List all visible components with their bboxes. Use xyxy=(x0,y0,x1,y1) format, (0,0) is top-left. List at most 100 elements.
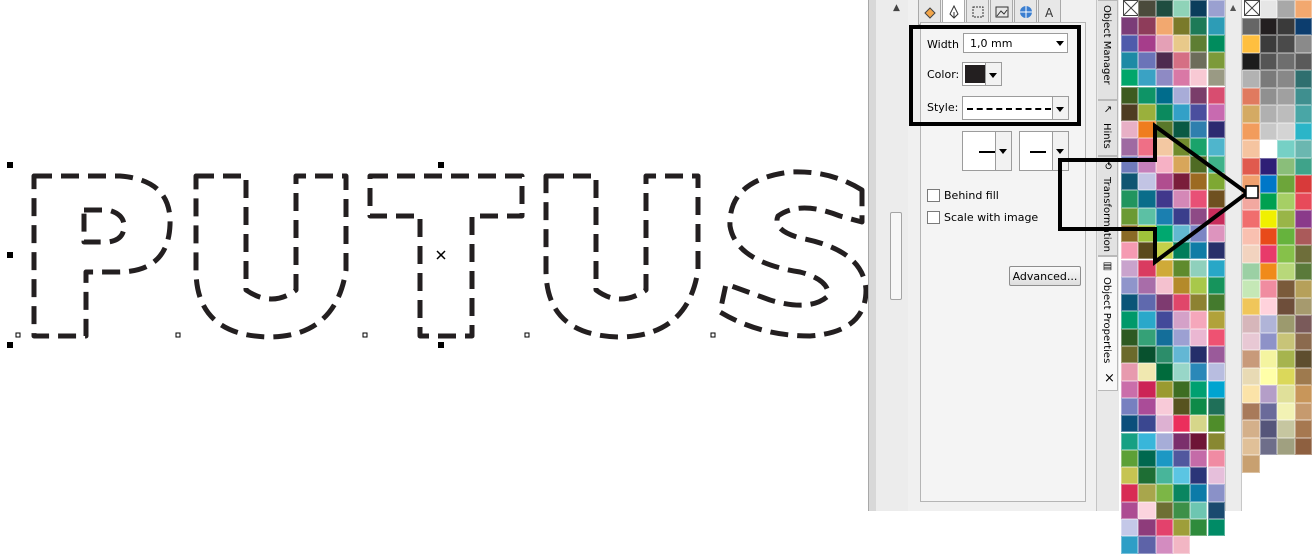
color-swatch[interactable] xyxy=(1190,51,1208,70)
color-swatch[interactable] xyxy=(1294,192,1312,210)
color-swatch[interactable] xyxy=(1172,69,1191,87)
color-swatch[interactable] xyxy=(1207,467,1225,485)
color-swatch[interactable] xyxy=(1121,86,1139,104)
color-swatch[interactable] xyxy=(1242,175,1260,193)
color-swatch[interactable] xyxy=(1155,173,1173,191)
color-swatch[interactable] xyxy=(1190,86,1208,104)
color-swatch[interactable] xyxy=(1172,34,1191,52)
color-swatch[interactable] xyxy=(1138,121,1156,139)
color-swatch[interactable] xyxy=(1172,380,1191,398)
color-swatch[interactable] xyxy=(1207,121,1225,139)
color-swatch[interactable] xyxy=(1172,224,1191,243)
color-swatch[interactable] xyxy=(1155,103,1173,122)
end-arrow-dropdown[interactable] xyxy=(1052,132,1068,170)
color-swatch[interactable] xyxy=(1121,501,1139,519)
color-swatch[interactable] xyxy=(1172,207,1191,225)
artwork[interactable] xyxy=(0,0,868,511)
color-swatch[interactable] xyxy=(1172,242,1191,260)
start-arrow-dropdown[interactable] xyxy=(995,132,1011,170)
color-swatch[interactable] xyxy=(1155,484,1173,502)
color-swatch[interactable] xyxy=(1277,350,1295,368)
tab-transformation[interactable]: ⟲ Transformation xyxy=(1098,156,1118,256)
color-swatch[interactable] xyxy=(1242,280,1260,298)
color-swatch[interactable] xyxy=(1294,332,1312,350)
color-swatch[interactable] xyxy=(1259,192,1277,210)
color-swatch[interactable] xyxy=(1155,501,1173,519)
color-swatch[interactable] xyxy=(1172,51,1191,70)
color-swatch[interactable] xyxy=(1138,259,1156,277)
color-swatch[interactable] xyxy=(1242,350,1260,368)
color-swatch[interactable] xyxy=(1155,242,1173,260)
color-swatch[interactable] xyxy=(1121,346,1139,364)
tab-hints[interactable]: ↖ Hints xyxy=(1098,100,1118,156)
color-swatch[interactable] xyxy=(1121,380,1139,398)
color-swatch[interactable] xyxy=(1155,536,1173,554)
color-swatch[interactable] xyxy=(1172,519,1191,537)
color-swatch[interactable] xyxy=(1207,432,1225,450)
color-swatch[interactable] xyxy=(1190,34,1208,52)
color-swatch[interactable] xyxy=(1138,397,1156,416)
scroll-thumb[interactable] xyxy=(890,212,902,300)
color-swatch[interactable] xyxy=(1242,35,1260,53)
color-swatch[interactable] xyxy=(1277,175,1295,193)
color-swatch[interactable] xyxy=(1207,346,1225,364)
color-swatch[interactable] xyxy=(1259,35,1277,53)
color-swatch[interactable] xyxy=(1277,315,1295,333)
no-color-swatch[interactable] xyxy=(1123,0,1139,16)
color-swatch[interactable] xyxy=(1121,363,1139,381)
color-swatch[interactable] xyxy=(1242,385,1260,403)
color-swatch[interactable] xyxy=(1190,138,1208,156)
color-swatch[interactable] xyxy=(1172,311,1191,329)
color-swatch[interactable] xyxy=(1207,242,1225,260)
color-swatch[interactable] xyxy=(1138,69,1156,87)
color-swatch[interactable] xyxy=(1121,432,1139,450)
behind-fill-checkbox[interactable]: Behind fill xyxy=(927,189,999,202)
color-swatch[interactable] xyxy=(1190,519,1208,537)
color-swatch[interactable] xyxy=(1155,17,1173,35)
color-swatch[interactable] xyxy=(1294,367,1312,385)
color-swatch[interactable] xyxy=(1121,397,1139,416)
color-swatch[interactable] xyxy=(1277,0,1295,18)
color-swatch[interactable] xyxy=(1294,70,1312,88)
color-swatch[interactable] xyxy=(1121,276,1139,295)
color-swatch[interactable] xyxy=(1207,86,1225,104)
color-swatch[interactable] xyxy=(1121,155,1139,173)
color-swatch[interactable] xyxy=(1294,350,1312,368)
color-swatch[interactable] xyxy=(1259,420,1277,438)
color-swatch[interactable] xyxy=(1155,519,1173,537)
color-swatch[interactable] xyxy=(1277,280,1295,298)
color-swatch[interactable] xyxy=(1138,51,1156,70)
color-swatch[interactable] xyxy=(1155,311,1173,329)
color-swatch[interactable] xyxy=(1207,51,1225,70)
color-swatch[interactable] xyxy=(1190,173,1208,191)
color-swatch[interactable] xyxy=(1259,87,1277,105)
color-swatch[interactable] xyxy=(1190,432,1208,450)
color-swatch[interactable] xyxy=(1138,311,1156,329)
color-swatch[interactable] xyxy=(1121,207,1139,225)
color-swatch[interactable] xyxy=(1155,259,1173,277)
color-swatch[interactable] xyxy=(1242,210,1260,228)
color-swatch[interactable] xyxy=(1138,155,1156,173)
color-swatch[interactable] xyxy=(1190,397,1208,416)
color-swatch[interactable] xyxy=(1155,432,1173,450)
color-swatch[interactable] xyxy=(1259,105,1277,123)
color-swatch[interactable] xyxy=(1155,449,1173,468)
color-swatch[interactable] xyxy=(1242,140,1260,158)
selection-handles[interactable] xyxy=(7,162,868,348)
color-swatch[interactable] xyxy=(1172,190,1191,208)
color-swatch[interactable] xyxy=(1277,140,1295,158)
color-swatch[interactable] xyxy=(1242,157,1260,175)
color-swatch[interactable] xyxy=(1207,0,1225,18)
color-swatch[interactable] xyxy=(1294,175,1312,193)
color-swatch[interactable] xyxy=(1155,276,1173,295)
color-swatch[interactable] xyxy=(1259,402,1277,420)
color-swatch[interactable] xyxy=(1277,402,1295,420)
color-swatch[interactable] xyxy=(1138,0,1156,18)
color-swatch[interactable] xyxy=(1277,262,1295,280)
color-swatch[interactable] xyxy=(1172,397,1191,416)
color-swatch[interactable] xyxy=(1190,346,1208,364)
color-swatch[interactable] xyxy=(1294,280,1312,298)
color-swatch[interactable] xyxy=(1172,86,1191,104)
scroll-up-icon[interactable]: ▲ xyxy=(1230,3,1236,12)
color-swatch[interactable] xyxy=(1138,380,1156,398)
